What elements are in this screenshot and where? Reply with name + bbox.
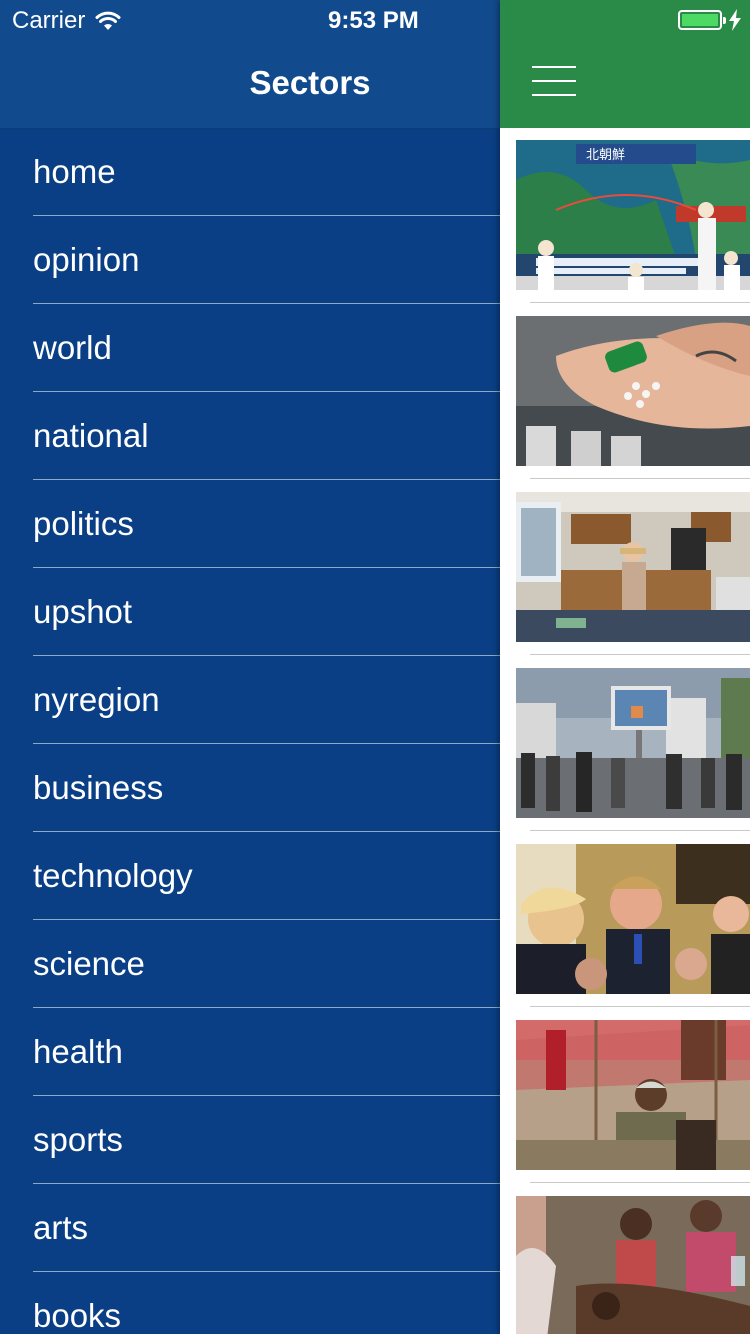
sector-label: upshot <box>33 593 133 630</box>
men-in-suits-photo <box>516 844 750 994</box>
sector-item-science[interactable]: science <box>0 920 500 1008</box>
main-content: 北朝鮮 <box>500 0 750 1334</box>
article-item[interactable] <box>516 492 750 668</box>
sector-label: arts <box>33 1209 89 1246</box>
sector-item-arts[interactable]: arts <box>0 1184 500 1272</box>
article-item[interactable] <box>516 844 750 1020</box>
sector-label: books <box>33 1297 122 1334</box>
sector-item-upshot[interactable]: upshot <box>0 568 500 656</box>
article-item[interactable]: 北朝鮮 <box>516 140 750 316</box>
battery-icon <box>678 10 726 30</box>
sector-label: nyregion <box>33 681 160 718</box>
article-item[interactable] <box>516 668 750 844</box>
news-broadcast-missile-photo: 北朝鮮 <box>516 140 750 290</box>
wifi-icon <box>95 11 121 30</box>
sector-item-world[interactable]: world <box>0 304 500 392</box>
hamburger-menu-icon[interactable] <box>532 66 576 96</box>
sector-label: home <box>33 153 116 190</box>
svg-text:北朝鮮: 北朝鮮 <box>586 148 625 163</box>
article-item[interactable] <box>516 316 750 492</box>
sector-label: health <box>33 1033 123 1070</box>
sector-item-opinion[interactable]: opinion <box>0 216 500 304</box>
sector-item-politics[interactable]: politics <box>0 480 500 568</box>
sector-label: science <box>33 945 145 982</box>
sector-list: home opinion world national politics ups… <box>0 128 500 1334</box>
charging-bolt-icon <box>729 9 741 31</box>
sector-item-business[interactable]: business <box>0 744 500 832</box>
sector-label: technology <box>33 857 193 894</box>
drawer-title: Sectors <box>249 64 371 101</box>
sector-item-home[interactable]: home <box>0 128 500 216</box>
sector-item-sports[interactable]: sports <box>0 1096 500 1184</box>
status-time: 9:53 PM <box>328 7 419 34</box>
sector-label: opinion <box>33 241 140 278</box>
sector-label: national <box>33 417 149 454</box>
article-feed: 北朝鮮 <box>516 140 750 1334</box>
refugees-group-photo <box>516 1196 750 1334</box>
drawer-header: Carrier 9:53 PM Sectors <box>0 0 500 129</box>
sector-label: politics <box>33 505 134 542</box>
carrier-label: Carrier <box>12 7 86 34</box>
crowd-watching-screen-photo <box>516 668 750 818</box>
sector-item-national[interactable]: national <box>0 392 500 480</box>
pills-in-hand-photo <box>516 316 750 466</box>
woman-in-kitchen-photo <box>516 492 750 642</box>
sector-label: business <box>33 769 164 806</box>
sector-item-nyregion[interactable]: nyregion <box>0 656 500 744</box>
article-item[interactable] <box>516 1020 750 1196</box>
status-bar-left: Carrier <box>12 6 121 36</box>
sector-label: sports <box>33 1121 123 1158</box>
nav-bar <box>500 0 750 128</box>
sector-item-health[interactable]: health <box>0 1008 500 1096</box>
sector-label: world <box>33 329 112 366</box>
article-item[interactable] <box>516 1196 750 1334</box>
sectors-drawer: Carrier 9:53 PM Sectors home opinion wor… <box>0 0 500 1334</box>
battery-level <box>682 14 718 26</box>
man-under-tent-photo <box>516 1020 750 1170</box>
sector-item-books[interactable]: books <box>0 1272 500 1334</box>
sector-item-technology[interactable]: technology <box>0 832 500 920</box>
